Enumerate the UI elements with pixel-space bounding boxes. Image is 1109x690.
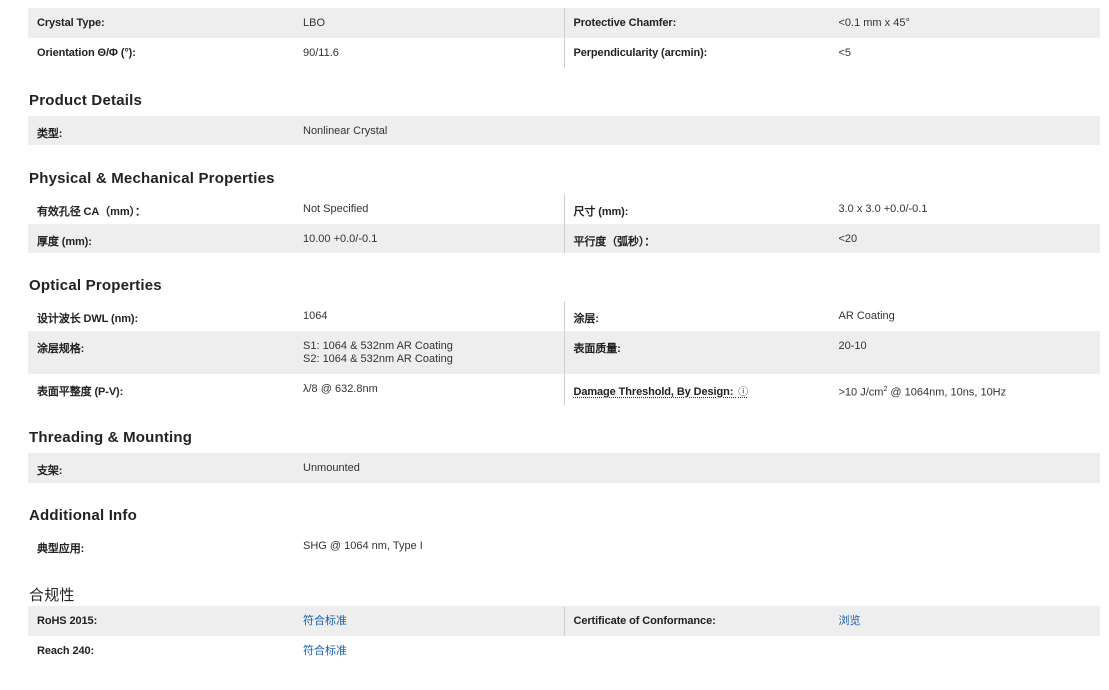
spec-label: 表面质量:: [573, 343, 621, 355]
spec-cell-right: 涂层: AR Coating: [563, 301, 1101, 331]
spec-cell-left: Reach 240: 符合标准: [28, 636, 564, 666]
section-title-threading: Threading & Mounting: [29, 429, 193, 446]
spec-row-orientation: Orientation Θ/Φ (°): 90/11.6 Perpendicul…: [28, 38, 1100, 68]
spec-cell-left: 典型应用: SHG @ 1064 nm, Type I: [28, 531, 564, 561]
spec-value: λ/8 @ 632.8nm: [303, 383, 378, 395]
spec-label: Certificate of Conformance:: [573, 615, 716, 627]
spec-cell-right: Certificate of Conformance: 浏览: [563, 606, 1101, 636]
spec-label: RoHS 2015:: [37, 615, 98, 627]
spec-label: 类型:: [37, 128, 63, 140]
spec-cell-left: 厚度 (mm): 10.00 +0.0/-0.1: [28, 224, 564, 253]
spec-row-design-wavelength: 设计波长 DWL (nm): 1064 涂层: AR Coating: [28, 301, 1100, 331]
spec-cell-left: RoHS 2015: 符合标准: [28, 606, 564, 636]
reach-compliance-link[interactable]: 符合标准: [303, 645, 347, 658]
spec-cell-right: Damage Threshold, By Design: ⓘ >10 J/cm2…: [563, 374, 1101, 405]
spec-cell-right: 平行度（弧秒）： <20: [563, 224, 1101, 253]
spec-row-rohs: RoHS 2015: 符合标准 Certificate of Conforman…: [28, 606, 1100, 636]
spec-cell-left: 类型: Nonlinear Crystal: [28, 116, 564, 145]
spec-cell-left: 设计波长 DWL (nm): 1064: [28, 301, 564, 331]
spec-value: 90/11.6: [303, 47, 339, 59]
spec-label: 典型应用:: [37, 543, 85, 555]
info-icon[interactable]: ⓘ: [738, 387, 748, 398]
rohs-compliance-link[interactable]: 符合标准: [303, 615, 347, 628]
section-title-optical: Optical Properties: [29, 277, 162, 294]
spec-cell-right: Perpendicularity (arcmin): <5: [563, 38, 1101, 68]
spec-label: Crystal Type:: [37, 17, 105, 29]
spec-cell-left: Orientation Θ/Φ (°): 90/11.6: [28, 38, 564, 68]
spec-value: LBO: [303, 17, 326, 29]
spec-row-mount: 支架: Unmounted: [28, 453, 1100, 483]
spec-label: Protective Chamfer:: [573, 17, 677, 29]
spec-label: Perpendicularity (arcmin):: [573, 47, 708, 59]
spec-value: Not Specified: [303, 203, 369, 215]
spec-row-thickness: 厚度 (mm): 10.00 +0.0/-0.1 平行度（弧秒）： <20: [28, 224, 1100, 253]
spec-value: 20-10: [838, 340, 867, 352]
spec-label: 平行度（弧秒）：: [573, 236, 656, 248]
spec-label: 表面平整度 (P-V):: [37, 386, 124, 398]
spec-cell-left: Crystal Type: LBO: [28, 8, 564, 38]
section-title-product-details: Product Details: [29, 92, 143, 109]
spec-label: Damage Threshold, By Design:: [573, 386, 734, 398]
section-title-additional: Additional Info: [29, 507, 137, 524]
spec-cell-left: 支架: Unmounted: [28, 453, 564, 483]
spec-value: SHG @ 1064 nm, Type I: [303, 540, 423, 552]
spec-cell-left: 有效孔径 CA（mm）： Not Specified: [28, 194, 564, 224]
spec-value: AR Coating: [838, 310, 895, 322]
spec-value: <0.1 mm x 45°: [838, 17, 910, 29]
spec-value: <5: [838, 47, 852, 59]
spec-label: 支架:: [37, 465, 63, 477]
spec-label: 尺寸 (mm):: [573, 206, 629, 218]
coating-spec-line-1: S1: 1064 & 532nm AR Coating: [303, 340, 453, 352]
certificate-view-link[interactable]: 浏览: [839, 615, 861, 628]
spec-value: >10 J/cm2 @ 1064nm, 10ns, 10Hz: [839, 383, 1007, 400]
spec-row-typical-application: 典型应用: SHG @ 1064 nm, Type I: [28, 531, 1100, 561]
spec-value: <20: [838, 233, 858, 245]
spec-cell-right: Protective Chamfer: <0.1 mm x 45°: [563, 8, 1101, 38]
spec-label: Orientation Θ/Φ (°):: [37, 47, 136, 59]
spec-label: 厚度 (mm):: [37, 236, 92, 248]
spec-label: 设计波长 DWL (nm):: [37, 313, 139, 325]
spec-cell-right: 尺寸 (mm): 3.0 x 3.0 +0.0/-0.1: [563, 194, 1101, 224]
damage-threshold-value: >10 J/cm: [838, 386, 884, 399]
spec-label: Reach 240:: [37, 645, 95, 657]
spec-label: 有效孔径 CA（mm）：: [37, 206, 146, 218]
spec-row-surface-flatness: 表面平整度 (P-V): λ/8 @ 632.8nm Damage Thresh…: [28, 374, 1100, 405]
spec-row-coating-spec: 涂层规格: S1: 1064 & 532nm AR Coating S2: 10…: [28, 331, 1100, 374]
damage-threshold-conditions: @ 1064nm, 10ns, 10Hz: [887, 386, 1007, 399]
spec-cell-left: 涂层规格: S1: 1064 & 532nm AR Coating S2: 10…: [28, 331, 564, 374]
spec-label: 涂层规格:: [37, 343, 85, 355]
spec-value: S1: 1064 & 532nm AR Coating S2: 1064 & 5…: [303, 340, 453, 366]
spec-row-clear-aperture: 有效孔径 CA（mm）： Not Specified 尺寸 (mm): 3.0 …: [28, 194, 1100, 224]
section-title-compliance: 合规性: [29, 587, 75, 604]
spec-value: Nonlinear Crystal: [303, 125, 388, 137]
coating-spec-line-2: S2: 1064 & 532nm AR Coating: [303, 353, 453, 365]
spec-value: 3.0 x 3.0 +0.0/-0.1: [838, 203, 928, 215]
spec-value: 10.00 +0.0/-0.1: [303, 233, 378, 245]
spec-cell-left: 表面平整度 (P-V): λ/8 @ 632.8nm: [28, 374, 564, 405]
spec-row-type: 类型: Nonlinear Crystal: [28, 116, 1100, 145]
spec-row-reach: Reach 240: 符合标准: [28, 636, 1100, 666]
damage-threshold-tooltip-trigger[interactable]: Damage Threshold, By Design: ⓘ: [574, 383, 749, 398]
spec-row-crystal-type: Crystal Type: LBO Protective Chamfer: <0…: [28, 8, 1100, 38]
product-specs-page: Crystal Type: LBO Protective Chamfer: <0…: [0, 0, 1109, 690]
spec-label: 涂层:: [573, 313, 599, 325]
spec-value: Unmounted: [303, 462, 360, 474]
spec-value: 1064: [303, 310, 328, 322]
spec-cell-right: 表面质量: 20-10: [563, 331, 1101, 374]
section-title-physical: Physical & Mechanical Properties: [29, 170, 275, 187]
